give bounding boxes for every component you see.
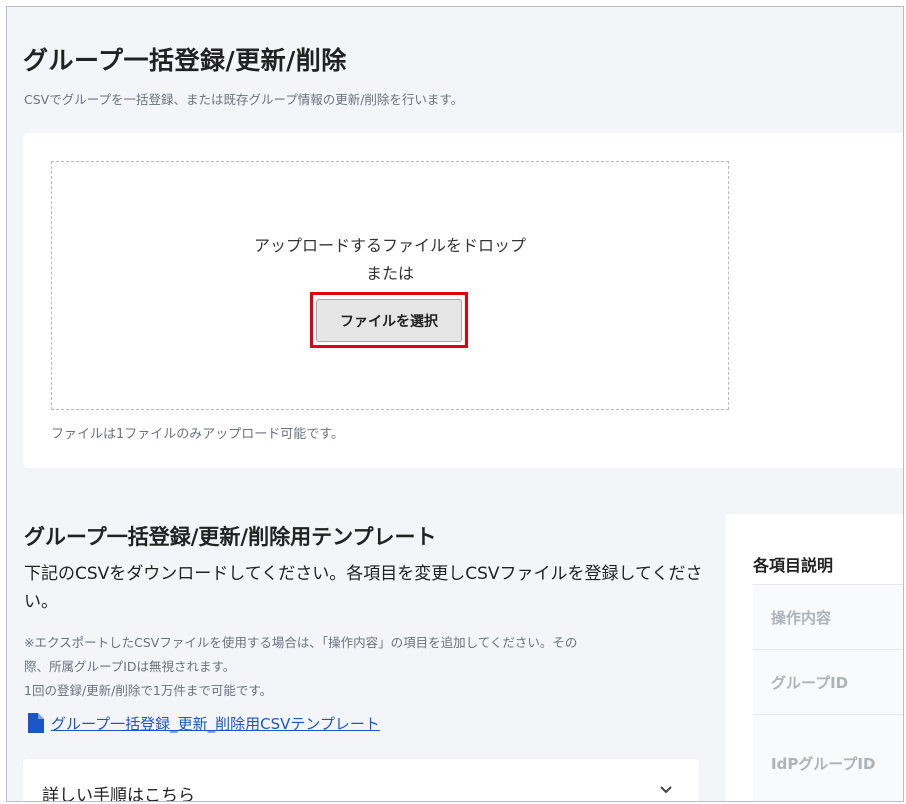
- upload-note: ファイルは1ファイルのみアップロード可能です。: [51, 427, 344, 442]
- template-note: 1回の登録/更新/削除で1万件まで可能です。: [24, 683, 273, 698]
- page-title: グループ一括登録/更新/削除: [23, 46, 347, 75]
- field-item-label: 操作内容: [771, 609, 832, 627]
- field-item-operation: 操作内容: [753, 584, 903, 650]
- field-item-label: IdPグループID: [771, 755, 876, 773]
- field-description-panel: 各項目説明 操作内容 グループID IdPグループID: [725, 514, 903, 801]
- template-heading: グループ一括登録/更新/削除用テンプレート: [24, 525, 437, 549]
- steps-accordion[interactable]: 詳しい手順はこちら: [23, 759, 699, 802]
- document-icon: [28, 713, 44, 733]
- page-subtitle: CSVでグループを一括登録、または既存グループ情報の更新/削除を行います。: [24, 92, 464, 107]
- accordion-label: 詳しい手順はこちら: [42, 786, 195, 802]
- field-item-idp-group-id: IdPグループID: [753, 714, 903, 801]
- select-file-button[interactable]: ファイルを選択: [316, 299, 462, 342]
- template-note: ※エクスポートしたCSVファイルを使用する場合は、「操作内容」の項目を追加してく…: [24, 635, 578, 650]
- file-dropzone[interactable]: アップロードするファイルをドロップ または ファイルを選択: [51, 161, 729, 410]
- field-item-group-id: グループID: [753, 649, 903, 715]
- app-frame: グループ一括登録/更新/削除 CSVでグループを一括登録、または既存グループ情報…: [6, 6, 904, 802]
- template-note: 際、所属グループIDは無視されます。: [24, 659, 236, 674]
- dropzone-or-text: または: [365, 264, 414, 283]
- template-notes: ※エクスポートしたCSVファイルを使用する場合は、「操作内容」の項目を追加してく…: [24, 631, 704, 703]
- dropzone-instruction: アップロードするファイルをドロップ: [253, 236, 526, 255]
- template-download-link-row: グループ一括登録_更新_削除用CSVテンプレート: [27, 712, 380, 734]
- field-item-label: グループID: [771, 674, 849, 692]
- field-description-title: 各項目説明: [753, 556, 834, 575]
- chevron-down-icon: [660, 786, 672, 794]
- template-description: 下記のCSVをダウンロードしてください。各項目を変更しCSVファイルを登録してく…: [24, 564, 703, 612]
- upload-card: アップロードするファイルをドロップ または ファイルを選択 ファイルは1ファイル…: [23, 133, 903, 468]
- template-download-link[interactable]: グループ一括登録_更新_削除用CSVテンプレート: [51, 713, 380, 734]
